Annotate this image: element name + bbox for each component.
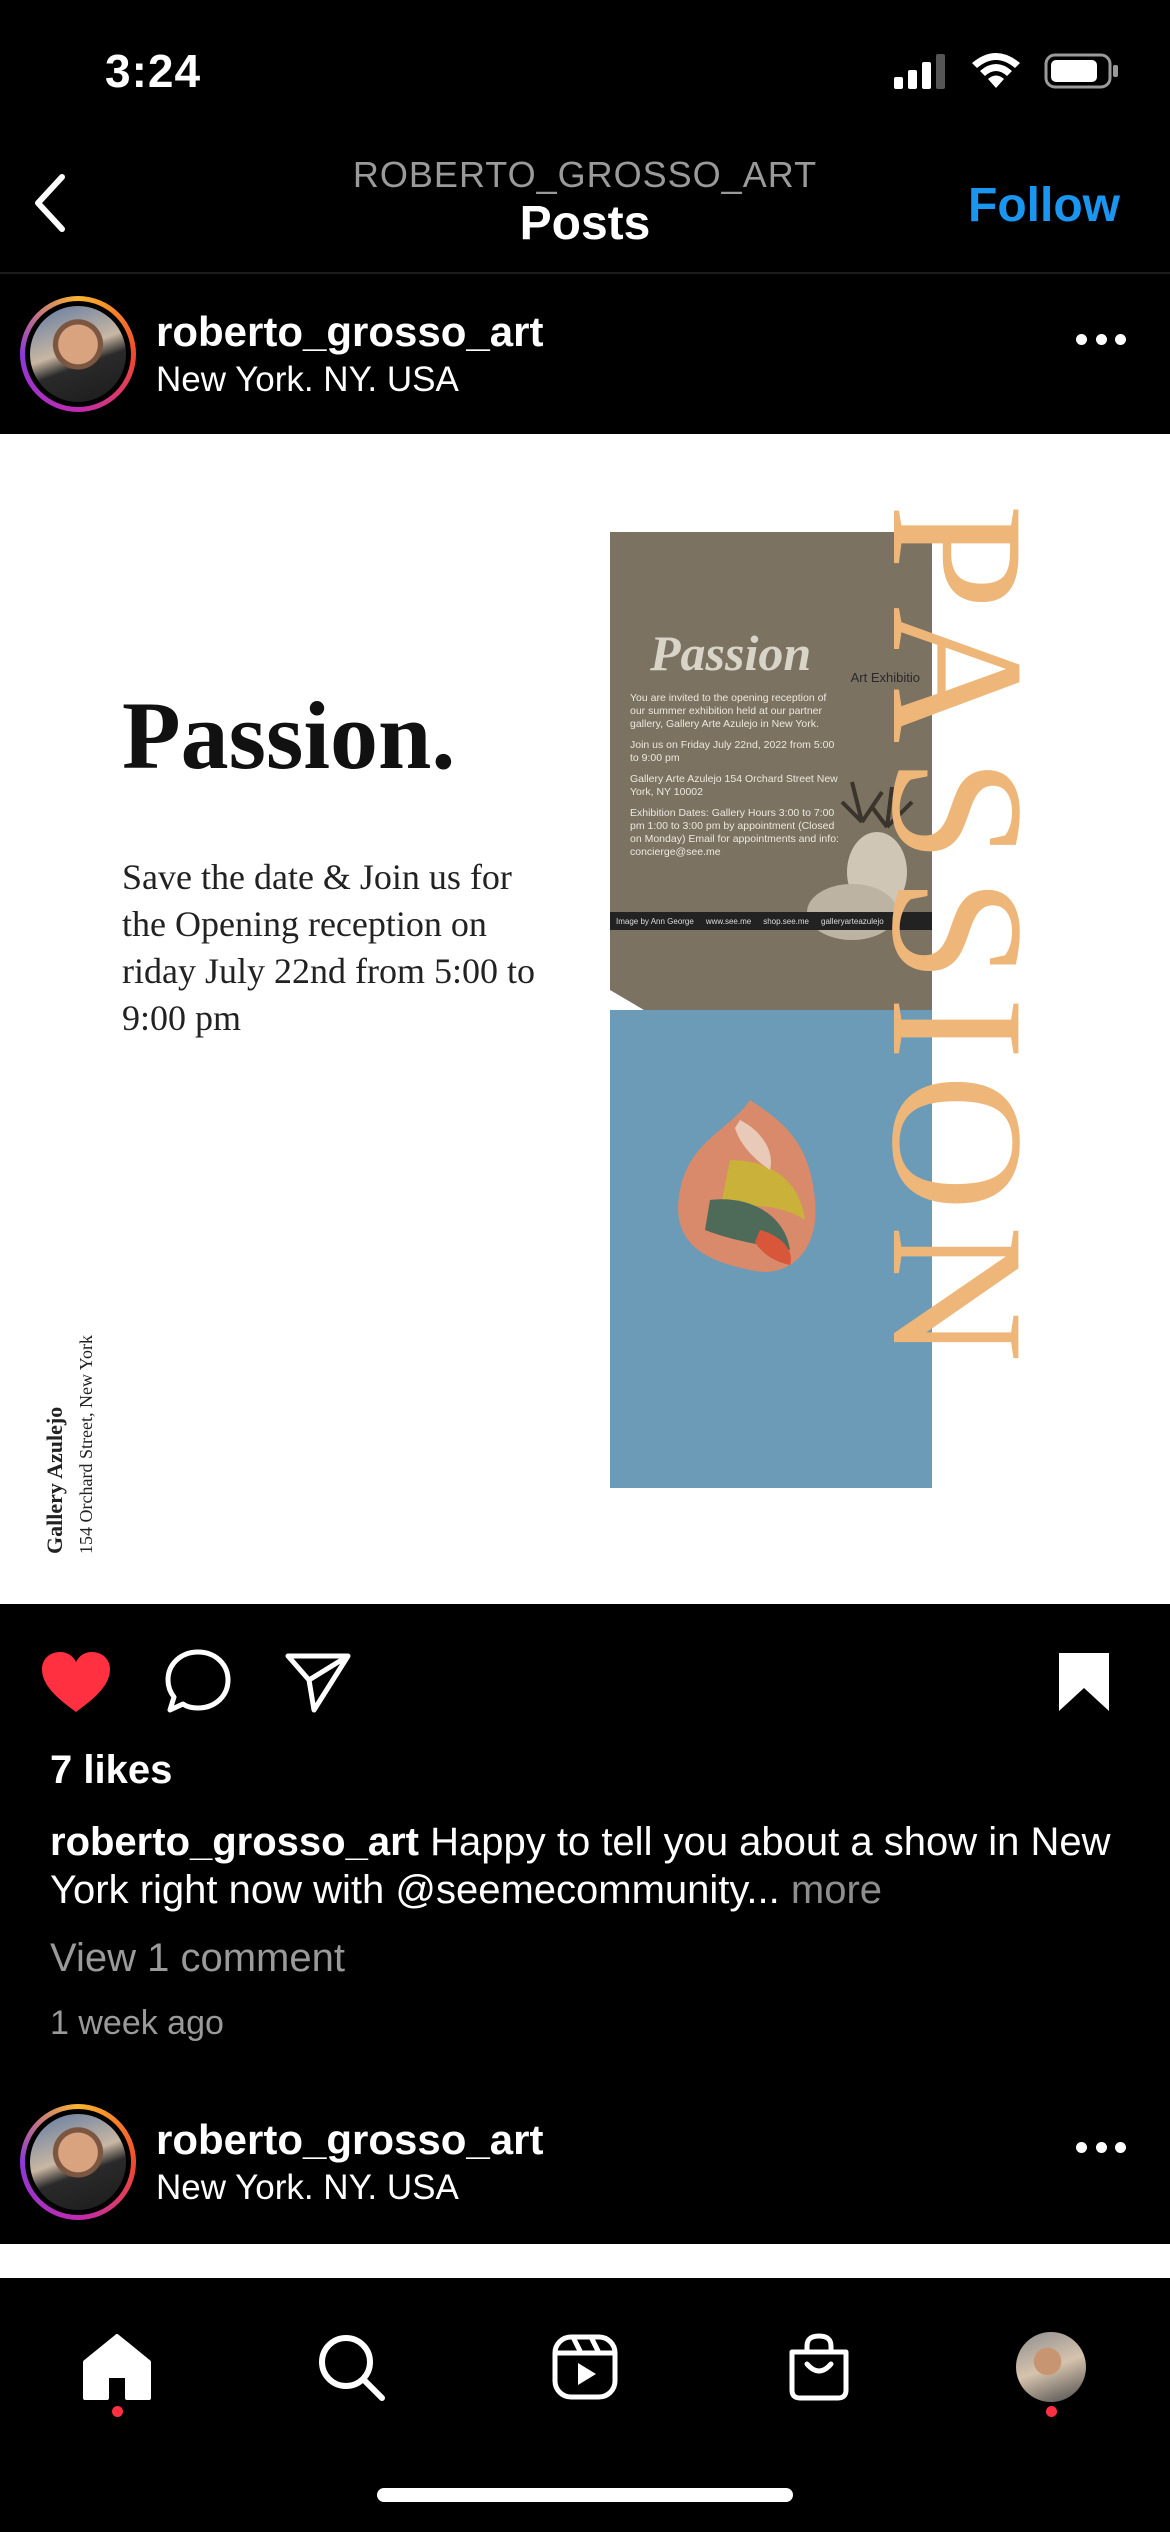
next-post-header: roberto_grosso_art New York. NY. USA: [0, 2082, 1170, 2242]
likes-count[interactable]: 7 likes: [50, 1748, 172, 1793]
save-button[interactable]: [1046, 1644, 1122, 1720]
post-location[interactable]: New York. NY. USA: [156, 360, 459, 400]
post-timestamp: 1 week ago: [50, 2004, 224, 2042]
status-bar: 3:24: [0, 0, 1170, 140]
shop-bag-icon: [789, 2333, 849, 2401]
tab-reels[interactable]: [540, 2322, 630, 2412]
like-button[interactable]: [38, 1644, 114, 1720]
caption-username[interactable]: roberto_grosso_art: [50, 1820, 419, 1864]
post-image[interactable]: Passion. Save the date & Join us for the…: [0, 434, 1170, 1604]
follow-button[interactable]: Follow: [968, 178, 1120, 233]
next-post-image[interactable]: [0, 2244, 1170, 2278]
home-icon: [83, 2334, 151, 2400]
post-action-bar: [0, 1630, 1170, 1730]
story-avatar[interactable]: [20, 296, 136, 412]
battery-icon: [1044, 53, 1118, 89]
more-options-icon[interactable]: [1076, 2142, 1126, 2156]
view-comments-link[interactable]: View 1 comment: [50, 1936, 345, 1981]
caption-more-link[interactable]: more: [791, 1868, 882, 1912]
page-header: ROBERTO_GROSSO_ART Posts Follow: [0, 140, 1170, 274]
comment-button[interactable]: [160, 1644, 236, 1720]
post-username[interactable]: roberto_grosso_art: [156, 2116, 543, 2164]
tab-search[interactable]: [306, 2322, 396, 2412]
gallery-address: 154 Orchard Street, New York: [76, 1335, 96, 1554]
post-username[interactable]: roberto_grosso_art: [156, 308, 543, 356]
tab-profile[interactable]: [1006, 2322, 1096, 2412]
profile-avatar: [1016, 2332, 1086, 2402]
send-icon: [285, 1653, 351, 1713]
post-header: roberto_grosso_art New York. NY. USA: [0, 274, 1170, 434]
status-icons: [894, 52, 1120, 90]
post-caption: roberto_grosso_art Happy to tell you abo…: [50, 1818, 1130, 1914]
avatar: [30, 2114, 126, 2210]
tab-home[interactable]: [72, 2322, 162, 2412]
vertical-passion-text: PASSION: [852, 504, 1062, 1377]
tab-shop[interactable]: [774, 2322, 864, 2412]
post-location[interactable]: New York. NY. USA: [156, 2168, 459, 2208]
gallery-credit: Gallery Azulejo 154 Orchard Street, New …: [42, 1335, 97, 1554]
signal-icon: [894, 54, 945, 89]
wifi-icon: [972, 53, 1020, 88]
bookmark-filled-icon: [1059, 1653, 1109, 1711]
avatar: [30, 306, 126, 402]
profile-notification-dot: [1046, 2406, 1057, 2417]
reels-icon: [552, 2334, 618, 2400]
heart-filled-icon: [42, 1652, 110, 1712]
share-button[interactable]: [280, 1644, 356, 1720]
gallery-name: Gallery Azulejo: [42, 1406, 67, 1554]
image-title: Passion.: [122, 682, 456, 789]
comment-icon: [165, 1649, 231, 1713]
poster-heading: Passion: [650, 625, 812, 681]
story-avatar[interactable]: [20, 2104, 136, 2220]
home-notification-dot: [112, 2406, 123, 2417]
search-icon: [319, 2335, 385, 2401]
status-time: 3:24: [105, 45, 202, 97]
home-indicator[interactable]: [377, 2488, 793, 2502]
more-options-icon[interactable]: [1076, 334, 1126, 348]
image-description: Save the date & Join us for the Opening …: [122, 857, 535, 1038]
